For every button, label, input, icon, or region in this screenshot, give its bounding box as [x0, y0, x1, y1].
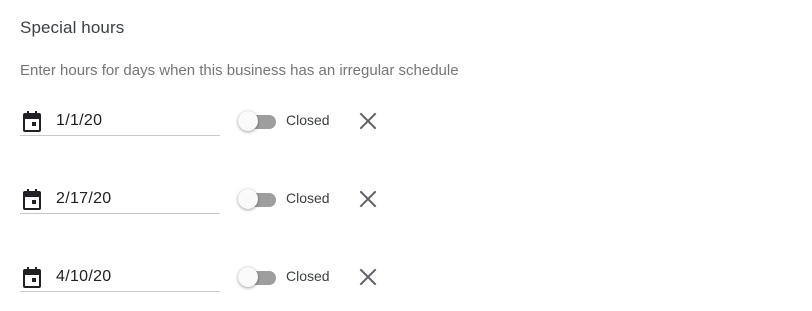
- date-input[interactable]: 4/10/20: [20, 257, 220, 292]
- toggle-thumb: [238, 189, 258, 209]
- date-input[interactable]: 2/17/20: [20, 179, 220, 214]
- calendar-icon: [23, 267, 41, 288]
- calendar-icon: [23, 111, 41, 132]
- closed-label: Closed: [286, 190, 330, 206]
- closed-label: Closed: [286, 268, 330, 284]
- toggle-thumb: [238, 267, 258, 287]
- toggle-thumb: [238, 111, 258, 131]
- date-input[interactable]: 1/1/20: [20, 101, 220, 136]
- close-icon: [359, 112, 377, 130]
- closed-toggle[interactable]: [238, 188, 278, 210]
- closed-toggle[interactable]: [238, 266, 278, 288]
- date-value: 1/1/20: [56, 112, 103, 129]
- remove-date-button[interactable]: [356, 109, 380, 133]
- special-hours-row: 1/1/20 Closed: [20, 101, 400, 141]
- remove-date-button[interactable]: [356, 187, 380, 211]
- special-hours-row: 2/17/20 Closed: [20, 179, 400, 219]
- section-title: Special hours: [20, 18, 125, 37]
- remove-date-button[interactable]: [356, 265, 380, 289]
- close-icon: [359, 268, 377, 286]
- section-description: Enter hours for days when this business …: [20, 62, 459, 79]
- special-hours-row: 4/10/20 Closed: [20, 257, 400, 297]
- closed-toggle[interactable]: [238, 110, 278, 132]
- closed-label: Closed: [286, 112, 330, 128]
- date-value: 2/17/20: [56, 190, 112, 207]
- calendar-icon: [23, 189, 41, 210]
- close-icon: [359, 190, 377, 208]
- date-value: 4/10/20: [56, 268, 112, 285]
